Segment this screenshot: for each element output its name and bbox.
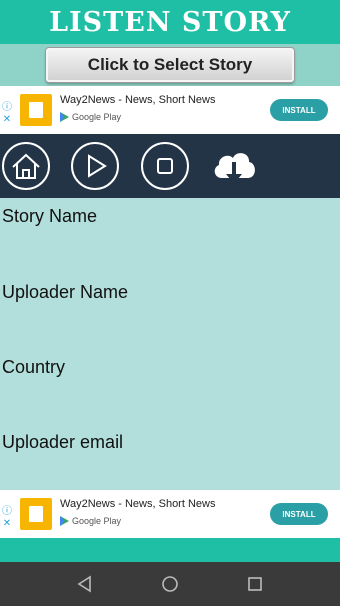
back-icon — [77, 575, 91, 593]
ad-info-icon[interactable]: ⓘ ✕ — [1, 102, 13, 126]
home-nav-button[interactable] — [160, 574, 180, 594]
google-play-icon — [60, 516, 69, 526]
home-icon — [2, 142, 50, 190]
ad-store-label: Google Play — [60, 112, 121, 122]
uploader-name-label: Uploader Name — [2, 282, 129, 302]
story-name-label: Story Name — [2, 206, 98, 226]
ad-banner-bottom[interactable]: ⓘ ✕ Way2News - News, Short News Google Pl… — [0, 490, 340, 538]
select-story-button[interactable]: Click to Select Story — [46, 48, 294, 82]
play-icon — [71, 142, 119, 190]
country-label: Country — [2, 357, 66, 377]
ad-app-logo — [20, 498, 52, 530]
footer-strip — [0, 538, 340, 562]
select-bar: Click to Select Story — [0, 44, 340, 86]
stop-icon — [141, 142, 189, 190]
system-nav-bar — [0, 562, 340, 606]
app-header: LISTEN STORY — [0, 0, 340, 44]
uploader-email-label: Uploader email — [2, 432, 124, 452]
recents-icon — [248, 577, 262, 591]
ad-app-name: Way2News - News, Short News — [60, 94, 216, 106]
ad-store-label: Google Play — [60, 516, 121, 526]
ad-app-name: Way2News - News, Short News — [60, 498, 216, 510]
google-play-icon — [60, 112, 69, 122]
ad-install-button[interactable]: INSTALL — [270, 99, 328, 121]
home-button[interactable] — [0, 140, 52, 192]
home-circle-icon — [162, 576, 178, 592]
download-button[interactable] — [208, 140, 260, 192]
ad-app-logo — [20, 94, 52, 126]
recents-button[interactable] — [245, 574, 265, 594]
stop-button[interactable] — [139, 140, 191, 192]
ad-store-text: Google Play — [72, 112, 122, 122]
ad-store-text: Google Play — [72, 516, 122, 526]
play-button[interactable] — [69, 140, 121, 192]
app-title: LISTEN STORY — [49, 6, 291, 38]
player-toolbar — [0, 134, 340, 198]
ad-install-button[interactable]: INSTALL — [270, 503, 328, 525]
ad-banner-top[interactable]: ⓘ ✕ Way2News - News, Short News Google Pl… — [0, 86, 340, 134]
cloud-download-icon — [214, 153, 255, 184]
ad-info-icon[interactable]: ⓘ ✕ — [1, 506, 13, 530]
back-button[interactable] — [75, 574, 95, 594]
